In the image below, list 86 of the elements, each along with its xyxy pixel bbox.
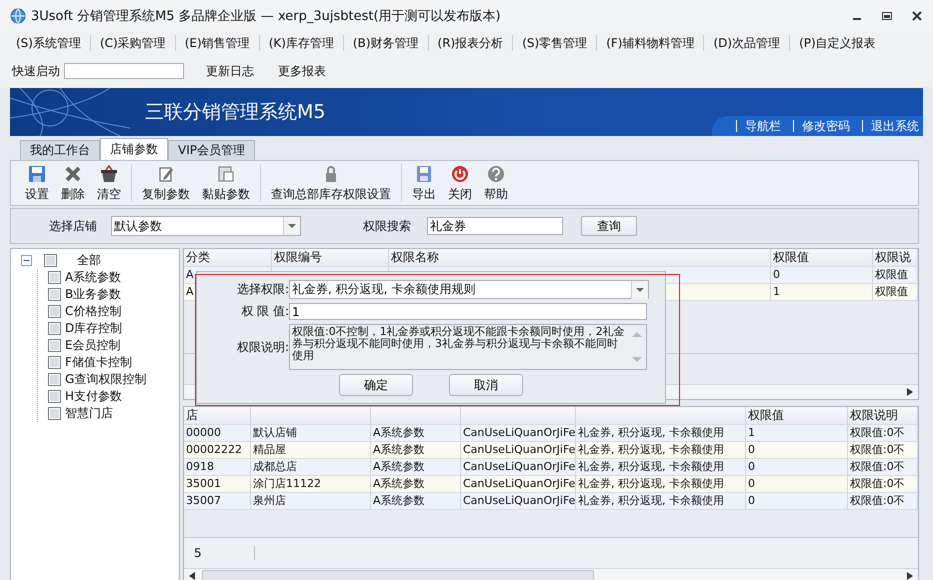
checkbox[interactable] [44, 254, 57, 267]
close-icon[interactable] [911, 10, 923, 22]
table-cell: 1 [771, 284, 873, 301]
scroll-left-icon[interactable] [188, 571, 196, 580]
description-label: 权限说明: [236, 338, 289, 356]
toolbar-button[interactable]: 帮助 [478, 164, 514, 202]
help-icon [486, 164, 506, 184]
record-count: 5 [184, 546, 255, 560]
checkbox[interactable] [48, 322, 61, 335]
scroll-right-icon[interactable] [906, 571, 914, 580]
cross-icon [63, 164, 83, 184]
checkbox[interactable] [48, 288, 61, 301]
dialog-button[interactable]: 确定 [339, 374, 413, 396]
table-cell: 权限值:0不 [848, 493, 918, 510]
toolbar-button[interactable]: 删除 [55, 164, 91, 202]
table-cell: 礼金券, 积分返现, 卡余额使用 [576, 493, 746, 510]
tree-item[interactable]: F储值卡控制 [65, 354, 132, 371]
toolbar-button[interactable]: 查询总部库存权限设置 [265, 164, 397, 202]
permission-dropdown[interactable]: 礼金券, 积分返现, 卡余额使用规则 [289, 280, 649, 299]
tree-item[interactable]: G查询权限控制 [65, 371, 146, 388]
tab[interactable]: 店铺参数 [100, 138, 168, 160]
toolbar-link[interactable]: 更新日志 [194, 62, 266, 80]
tab[interactable]: VIP会员管理 [168, 140, 255, 160]
checkbox[interactable] [48, 407, 61, 420]
dialog-button[interactable]: 取消 [449, 374, 523, 396]
table-cell: 泉州店 [251, 493, 371, 510]
menu-item[interactable]: (S)系统管理 [10, 34, 87, 52]
tab[interactable]: 我的工作台 [20, 140, 100, 160]
banner-title: 三联分销管理系统M5 [145, 100, 326, 125]
search-label: 权限搜索 [363, 218, 411, 234]
checkbox[interactable] [48, 356, 61, 369]
window-title: 3Usoft 分销管理系统M5 多品牌企业版 — xerp_3ujsbtest(用于测可以发布版本) [31, 8, 502, 25]
toolbar-button[interactable]: 关闭 [442, 164, 478, 202]
tree-item[interactable]: C价格控制 [65, 303, 122, 320]
tree-item[interactable]: 智慧门店 [65, 405, 113, 422]
checkbox[interactable] [48, 390, 61, 403]
tree-item[interactable]: A系统参数 [65, 269, 122, 286]
toolbar-button[interactable]: 黏贴参数 [196, 164, 256, 202]
table-cell: CanUseLiQuanOrJiFe [461, 493, 576, 510]
value-field[interactable]: 1 [289, 303, 647, 320]
menu-item[interactable]: (R)报表分析 [432, 34, 510, 52]
horizontal-scrollbar[interactable] [184, 568, 918, 580]
table-cell: A系统参数 [371, 493, 461, 510]
table-cell: 35007 [184, 493, 251, 510]
tree-item[interactable]: E会员控制 [65, 337, 121, 354]
checkbox[interactable] [48, 373, 61, 386]
checkbox[interactable] [48, 305, 61, 318]
checkbox[interactable] [48, 339, 61, 352]
menu-item[interactable]: (D)次品管理 [707, 34, 786, 52]
store-label: 选择店铺 [49, 218, 97, 234]
tree-item[interactable]: H支付参数 [65, 388, 122, 405]
scrollbar-thumb[interactable] [202, 570, 594, 580]
banner-link[interactable]: 修改密码 [793, 120, 854, 132]
collapse-icon[interactable] [21, 255, 32, 266]
menu-item[interactable]: (B)财务管理 [346, 34, 425, 52]
search-button[interactable]: 查询 [581, 216, 637, 236]
menu-item[interactable]: (K)库存管理 [262, 34, 340, 52]
toolbar-link[interactable]: 更多报表 [266, 62, 338, 80]
tree-item[interactable]: D库存控制 [65, 320, 122, 337]
power-icon [450, 164, 470, 184]
menu-item[interactable]: (C)采购管理 [94, 34, 172, 52]
search-field[interactable]: 礼金券 [427, 217, 563, 235]
toolbar-button[interactable]: 清空 [91, 164, 127, 202]
restore-icon[interactable] [881, 10, 893, 22]
banner-link[interactable]: 导航栏 [736, 120, 785, 132]
toolbar-button[interactable]: 导出 [406, 164, 442, 202]
menu-item[interactable]: (S)零售管理 [516, 34, 594, 52]
scroll-right-icon[interactable] [906, 387, 914, 397]
menu-item[interactable]: (E)销售管理 [178, 34, 256, 52]
table-cell: 0 [746, 493, 848, 510]
globe-icon [10, 8, 26, 24]
tree-item[interactable]: B业务参数 [65, 286, 122, 303]
menu-item[interactable]: (F)辅料物料管理 [600, 34, 700, 52]
paste-icon [216, 164, 236, 184]
banner-link[interactable]: 退出系统 [862, 120, 923, 132]
basket-icon [99, 164, 119, 184]
quick-launch-label: 快速启动 [12, 62, 60, 80]
quick-launch-field[interactable] [64, 63, 184, 79]
toolbar-button[interactable]: 复制参数 [136, 164, 196, 202]
value-label: 权 限 值: [240, 303, 289, 320]
store-dropdown[interactable]: 默认参数 [111, 216, 301, 236]
checkbox[interactable] [48, 271, 61, 284]
menu-item[interactable]: (P)自定义报表 [793, 34, 882, 52]
tree-item[interactable]: 全部 [77, 252, 101, 269]
toolbar-button[interactable]: 设置 [19, 164, 55, 202]
table-cell: 权限值 [873, 284, 918, 301]
